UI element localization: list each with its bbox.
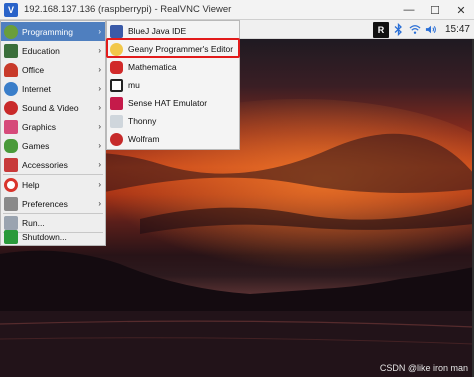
submenu-item-label: Sense HAT Emulator xyxy=(128,98,208,108)
wifi-icon[interactable] xyxy=(409,23,421,37)
submenu-item-mu[interactable]: mu xyxy=(107,76,239,94)
menu-item-label: Education xyxy=(22,45,60,56)
minimize-button[interactable]: — xyxy=(396,0,422,20)
menu-item-programming[interactable]: Programming › xyxy=(1,22,105,41)
clock: 15:47 xyxy=(444,24,470,35)
application-menu: Programming › Education › Office › Inter… xyxy=(0,20,106,246)
chevron-right-icon: › xyxy=(98,141,101,150)
menu-item-education[interactable]: Education › xyxy=(1,41,105,60)
menu-item-help[interactable]: Help › xyxy=(1,175,105,194)
submenu-item-sense-hat[interactable]: Sense HAT Emulator xyxy=(107,94,239,112)
geany-highlight-box xyxy=(106,38,240,58)
graphics-icon xyxy=(4,119,18,134)
accessories-icon xyxy=(4,157,18,172)
menu-item-label: Office xyxy=(22,64,45,75)
chevron-right-icon: › xyxy=(98,84,101,93)
realvnc-tray-icon[interactable]: R xyxy=(372,21,389,38)
close-button[interactable]: ✕ xyxy=(448,0,474,20)
shutdown-icon xyxy=(4,229,18,244)
submenu-item-label: BlueJ Java IDE xyxy=(128,26,187,36)
submenu-item-label: Thonny xyxy=(128,116,157,126)
chevron-right-icon: › xyxy=(98,199,101,208)
system-tray: R 15:47 xyxy=(372,21,470,38)
chevron-right-icon: › xyxy=(98,180,101,189)
submenu-item-thonny[interactable]: Thonny xyxy=(107,112,239,130)
watermark-text: CSDN @like iron man xyxy=(379,363,468,373)
bluetooth-icon[interactable] xyxy=(393,23,405,37)
menu-item-sound-video[interactable]: Sound & Video › xyxy=(1,98,105,117)
menu-item-label: Preferences xyxy=(22,198,68,209)
menu-item-label: Graphics xyxy=(22,121,57,132)
menu-item-label: Games xyxy=(22,140,50,151)
thonny-icon xyxy=(110,114,123,128)
menu-item-label: Internet xyxy=(22,83,51,94)
submenu-item-label: Wolfram xyxy=(128,134,160,144)
menu-item-label: Programming xyxy=(22,26,74,37)
menu-item-label: Run... xyxy=(22,217,45,228)
education-icon xyxy=(4,43,18,58)
sound-video-icon xyxy=(4,100,18,115)
menu-item-graphics[interactable]: Graphics › xyxy=(1,117,105,136)
menu-item-shutdown[interactable]: Shutdown... xyxy=(1,227,105,246)
window-title: 192.168.137.136 (raspberrypi) - RealVNC … xyxy=(24,4,232,15)
chevron-right-icon: › xyxy=(98,27,101,36)
menu-item-internet[interactable]: Internet › xyxy=(1,79,105,98)
window-controls: — ☐ ✕ xyxy=(396,0,474,20)
menu-item-office[interactable]: Office › xyxy=(1,60,105,79)
chevron-right-icon: › xyxy=(98,122,101,131)
submenu-item-wolfram[interactable]: Wolfram xyxy=(107,130,239,148)
sense-hat-icon xyxy=(110,96,123,110)
games-icon xyxy=(4,138,18,153)
wolfram-icon xyxy=(110,132,123,146)
realvnc-logo-icon: V xyxy=(4,2,18,17)
help-icon xyxy=(4,177,18,192)
chevron-right-icon: › xyxy=(98,103,101,112)
menu-item-label: Help xyxy=(22,179,40,190)
menu-item-preferences[interactable]: Preferences › xyxy=(1,194,105,213)
submenu-item-label: mu xyxy=(128,80,140,90)
menu-item-label: Accessories xyxy=(22,159,68,170)
bluej-icon xyxy=(110,24,123,38)
internet-icon xyxy=(4,81,18,96)
menu-item-label: Sound & Video xyxy=(22,102,79,113)
chevron-right-icon: › xyxy=(98,160,101,169)
menu-item-games[interactable]: Games › xyxy=(1,136,105,155)
menu-item-accessories[interactable]: Accessories › xyxy=(1,155,105,174)
volume-icon[interactable] xyxy=(425,23,437,37)
programming-icon xyxy=(4,24,18,39)
mathematica-icon xyxy=(110,60,123,74)
menu-item-label: Shutdown... xyxy=(22,231,67,242)
chevron-right-icon: › xyxy=(98,46,101,55)
maximize-button[interactable]: ☐ xyxy=(422,0,448,20)
preferences-icon xyxy=(4,196,18,211)
submenu-item-label: Mathematica xyxy=(128,62,177,72)
window-title-bar[interactable]: V 192.168.137.136 (raspberrypi) - RealVN… xyxy=(0,0,474,20)
submenu-item-mathematica[interactable]: Mathematica xyxy=(107,58,239,76)
chevron-right-icon: › xyxy=(98,65,101,74)
office-icon xyxy=(4,62,18,77)
mu-icon xyxy=(110,78,123,92)
